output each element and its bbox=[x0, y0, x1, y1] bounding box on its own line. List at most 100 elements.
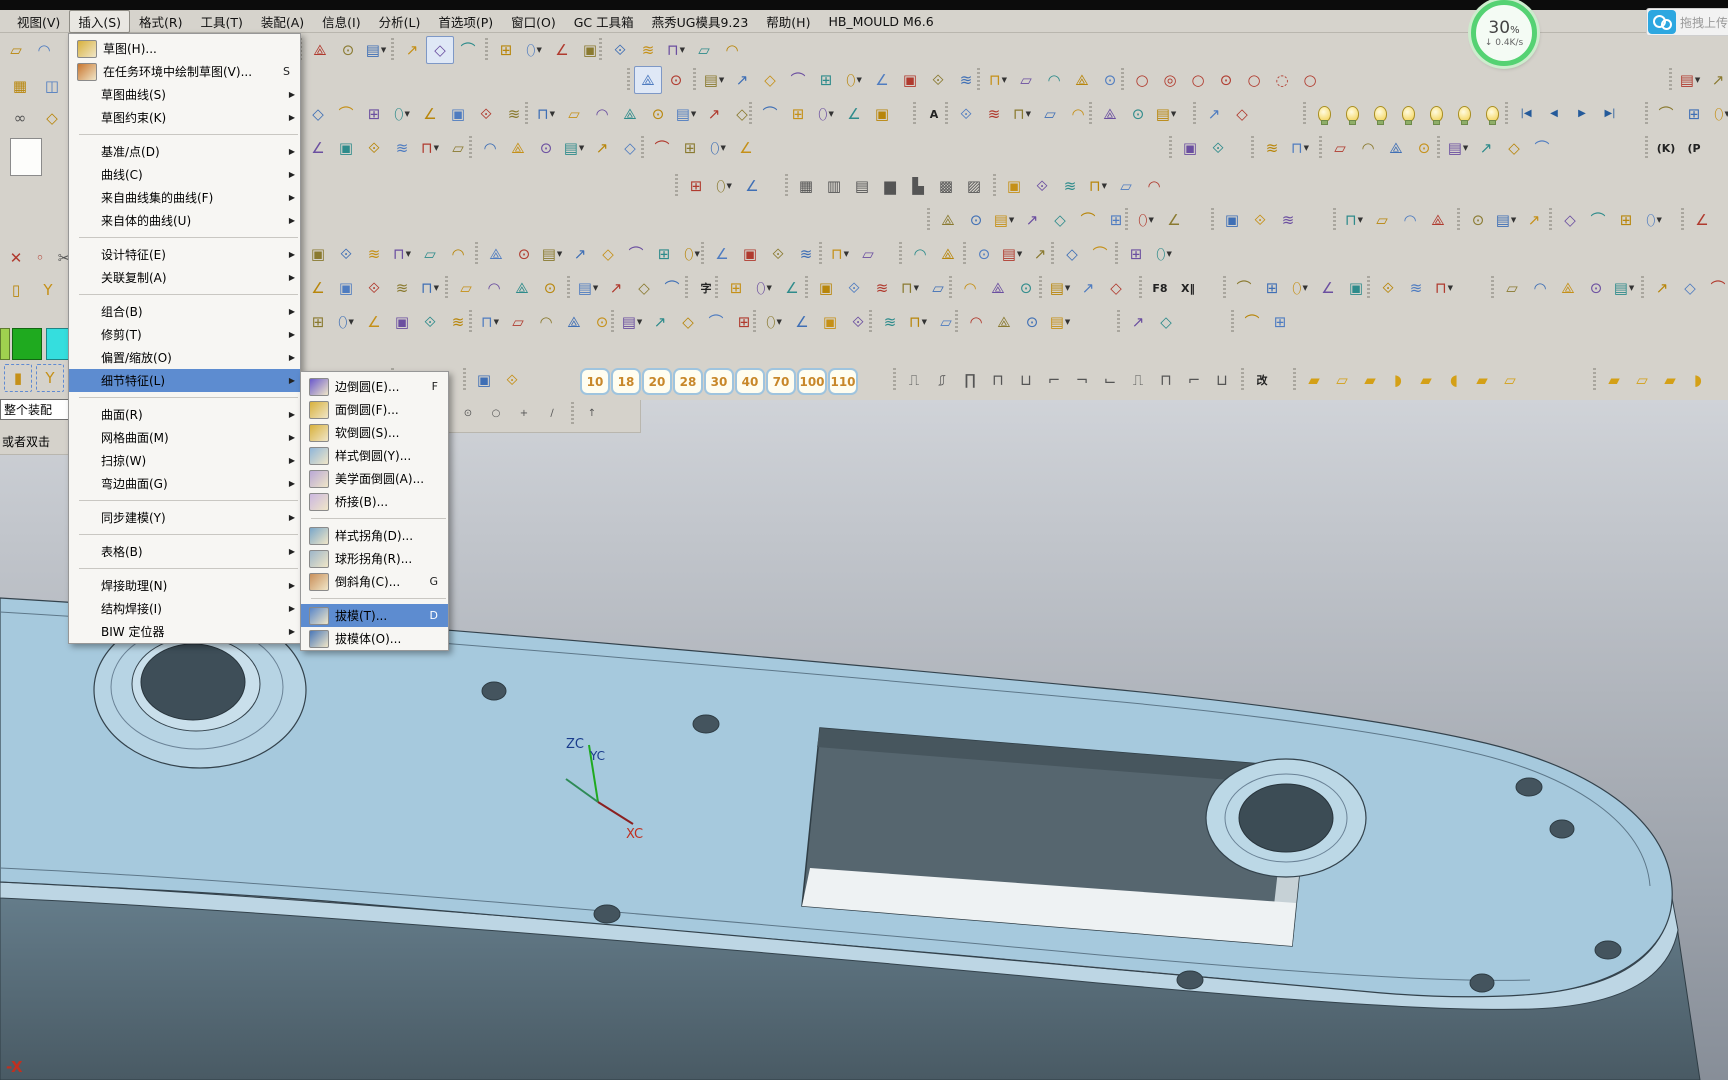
tool-icon[interactable]: ▣ bbox=[1000, 172, 1028, 200]
left-tool-icon[interactable]: ▦ bbox=[6, 72, 34, 100]
tool-icon[interactable]: ↗ bbox=[646, 308, 674, 336]
tool-icon[interactable]: ⊞ bbox=[1122, 240, 1150, 268]
toolbar-separator-handle[interactable] bbox=[693, 68, 696, 90]
preset-number-button-10[interactable]: 10 bbox=[580, 368, 610, 395]
tool-icon[interactable]: ⬯▼ bbox=[1132, 206, 1160, 234]
toolbar-separator-handle[interactable] bbox=[1139, 276, 1142, 298]
tool-icon[interactable]: ≋ bbox=[876, 308, 904, 336]
tool-icon[interactable]: ◠ bbox=[1396, 206, 1424, 234]
tool-icon[interactable]: ⟐ bbox=[1374, 274, 1402, 302]
tool-icon[interactable]: ∠ bbox=[788, 308, 816, 336]
tool-icon-step[interactable]: ⌙ bbox=[1096, 366, 1124, 394]
toolbar-separator-handle[interactable] bbox=[1251, 136, 1254, 158]
toolbar-separator-handle[interactable] bbox=[1117, 310, 1120, 332]
toolbar-separator-handle[interactable] bbox=[785, 174, 788, 196]
tool-icon[interactable]: ▤▼ bbox=[700, 66, 728, 94]
toolbar-separator-handle[interactable] bbox=[715, 276, 718, 298]
tool-icon[interactable]: ⊙ bbox=[970, 240, 998, 268]
tool-icon[interactable]: ∠ bbox=[1314, 274, 1342, 302]
tool-icon[interactable]: ≋ bbox=[980, 100, 1008, 128]
tool-icon[interactable]: ≋ bbox=[1258, 134, 1286, 162]
tool-icon-gold[interactable]: ◗ bbox=[1384, 366, 1412, 394]
tool-icon[interactable]: ≋ bbox=[1056, 172, 1084, 200]
tool-icon[interactable]: ▣ bbox=[896, 66, 924, 94]
tool-icon[interactable]: ▤▼ bbox=[618, 308, 646, 336]
tool-icon[interactable]: ▣ bbox=[470, 366, 498, 394]
tool-icon-play[interactable]: ▶ bbox=[1568, 100, 1596, 128]
tool-icon[interactable]: ◇ bbox=[1152, 308, 1180, 336]
tool-icon[interactable]: ⬯▼ bbox=[812, 100, 840, 128]
toolbar-separator-handle[interactable] bbox=[1593, 368, 1596, 390]
menu-item-来自体的曲线U[interactable]: 来自体的曲线(U)▶ bbox=[69, 209, 300, 232]
tool-icon-(K)[interactable]: (K) bbox=[1652, 134, 1680, 162]
tool-icon[interactable]: ⊓▼ bbox=[1430, 274, 1458, 302]
tool-icon[interactable]: ⟁ bbox=[616, 100, 644, 128]
menu-item-曲面R[interactable]: 曲面(R)▶ bbox=[69, 403, 300, 426]
tool-icon-play[interactable]: |◀ bbox=[1512, 100, 1540, 128]
tool-icon[interactable]: ▤▼ bbox=[1676, 66, 1704, 94]
tool-icon[interactable]: ⊞ bbox=[784, 100, 812, 128]
tool-icon-ring[interactable]: ○ bbox=[1240, 66, 1268, 94]
tool-icon[interactable]: ▣ bbox=[868, 100, 896, 128]
toolbar-separator-handle[interactable] bbox=[977, 68, 980, 90]
tool-icon-chart[interactable]: ▩ bbox=[932, 172, 960, 200]
tool-icon[interactable]: ◇ bbox=[1500, 134, 1528, 162]
tool-icon[interactable]: ↗ bbox=[1026, 240, 1054, 268]
tool-icon[interactable]: ◇ bbox=[1556, 206, 1584, 234]
bulb-icon[interactable] bbox=[1394, 100, 1422, 128]
tool-icon[interactable]: ⊞ bbox=[360, 100, 388, 128]
tool-icon[interactable]: ⟁ bbox=[560, 308, 588, 336]
tool-icon[interactable]: ▱ bbox=[924, 274, 952, 302]
tool-icon[interactable]: ◇ bbox=[1102, 274, 1130, 302]
tool-icon[interactable]: ∠ bbox=[360, 308, 388, 336]
tool-icon[interactable]: ∠ bbox=[778, 274, 806, 302]
tool-icon[interactable]: ⟐ bbox=[1028, 172, 1056, 200]
toolbar-separator-handle[interactable] bbox=[1505, 102, 1508, 124]
tool-icon[interactable]: ▣ bbox=[1218, 206, 1246, 234]
tool-icon[interactable]: ⬯▼ bbox=[1708, 100, 1728, 128]
tool-icon-step[interactable]: ⊔ bbox=[1012, 366, 1040, 394]
tool-icon[interactable]: ◇ bbox=[594, 240, 622, 268]
tool-icon[interactable]: ▣ bbox=[816, 308, 844, 336]
menu-item-结构焊接I[interactable]: 结构焊接(I)▶ bbox=[69, 597, 300, 620]
tool-icon[interactable]: ≋ bbox=[388, 274, 416, 302]
toolbar-separator-handle[interactable] bbox=[525, 102, 528, 124]
toolbar-separator-handle[interactable] bbox=[701, 242, 704, 264]
tool-icon[interactable]: ◇ bbox=[616, 134, 644, 162]
menu-item-表格B[interactable]: 表格(B)▶ bbox=[69, 540, 300, 563]
tool-icon[interactable]: ↗ bbox=[602, 274, 630, 302]
preset-number-button-18[interactable]: 18 bbox=[611, 368, 641, 395]
tool-icon[interactable]: ▱ bbox=[560, 100, 588, 128]
tool-icon[interactable]: ◇ bbox=[674, 308, 702, 336]
tool-icon[interactable]: ⬯▼ bbox=[332, 308, 360, 336]
left-tool-icon[interactable]: ∞ bbox=[6, 104, 34, 132]
download-progress-overlay[interactable]: 30% ↓ 0.4K/s bbox=[1471, 0, 1537, 66]
tool-icon[interactable]: ≋ bbox=[388, 134, 416, 162]
tool-icon[interactable]: ⌒ bbox=[648, 134, 676, 162]
tool-icon[interactable]: ▣ bbox=[444, 100, 472, 128]
tool-icon[interactable]: ∠ bbox=[840, 100, 868, 128]
toolbar-separator-handle[interactable] bbox=[913, 102, 916, 124]
tool-icon[interactable]: ⊓▼ bbox=[896, 274, 924, 302]
tool-icon[interactable]: ◠ bbox=[1354, 134, 1382, 162]
tool-icon-gold[interactable]: ▰ bbox=[1600, 366, 1628, 394]
left-tool-icon[interactable]: ◫ bbox=[38, 72, 66, 100]
tool-icon[interactable]: ⌒ bbox=[756, 100, 784, 128]
tool-icon[interactable]: ⊙ bbox=[1582, 274, 1610, 302]
tool-icon[interactable]: ⊓▼ bbox=[1084, 172, 1112, 200]
toolbar-separator-handle[interactable] bbox=[567, 276, 570, 298]
tool-icon[interactable]: ≋ bbox=[1274, 206, 1302, 234]
toolbar-separator-handle[interactable] bbox=[893, 368, 896, 390]
tool-icon-step[interactable]: ⊓ bbox=[1152, 366, 1180, 394]
tool-icon[interactable]: ↗ bbox=[728, 66, 756, 94]
tool-icon[interactable]: ⟁ bbox=[482, 240, 510, 268]
tool-icon[interactable]: ⌒ bbox=[622, 240, 650, 268]
tool-icon[interactable]: ⊙ bbox=[334, 36, 362, 64]
tool-icon[interactable]: ≋ bbox=[952, 66, 980, 94]
tool-icon[interactable]: ⊙ bbox=[532, 134, 560, 162]
toolbar-separator-handle[interactable] bbox=[945, 102, 948, 124]
tool-icon[interactable]: ⟐ bbox=[360, 134, 388, 162]
preset-number-button-70[interactable]: 70 bbox=[766, 368, 796, 395]
toolbar-separator-handle[interactable] bbox=[753, 310, 756, 332]
tool-icon[interactable]: ⬯▼ bbox=[760, 308, 788, 336]
